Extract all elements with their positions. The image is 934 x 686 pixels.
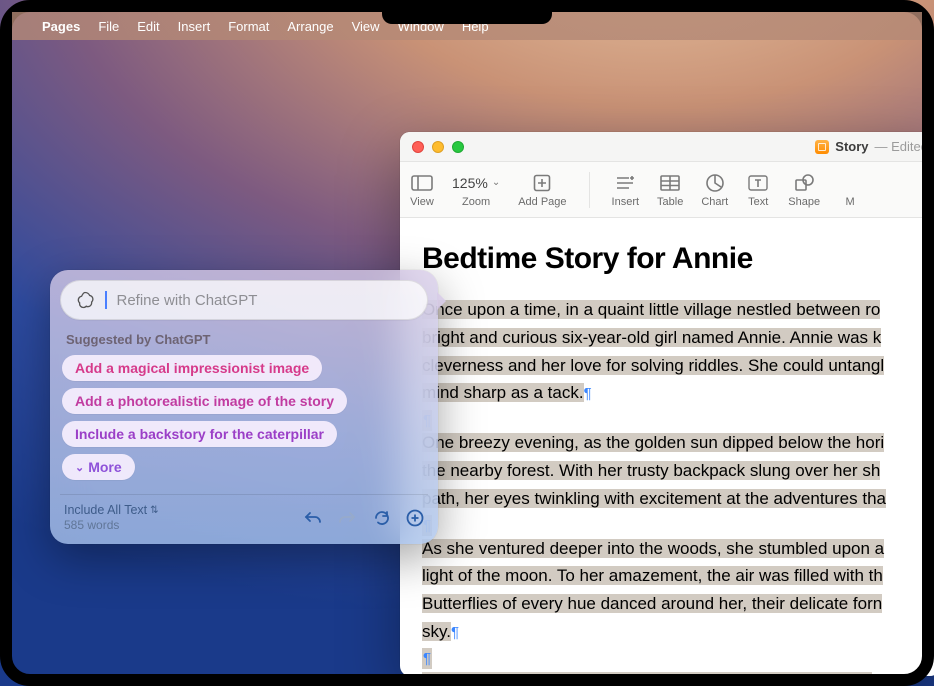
shape-tool[interactable]: Shape [788, 172, 820, 208]
p1-l3: cleverness and her love for solving ridd… [422, 356, 884, 375]
zoom-label: Zoom [462, 196, 490, 208]
zoom-value: 125% [452, 175, 488, 191]
text-cursor [105, 291, 107, 309]
p3-l4: sky. [422, 622, 451, 641]
more-tool[interactable]: M [838, 172, 862, 208]
menu-format[interactable]: Format [228, 19, 269, 34]
refine-input[interactable] [117, 292, 414, 309]
shape-label: Shape [788, 196, 820, 208]
menu-view[interactable]: View [352, 19, 380, 34]
chart-icon [703, 172, 727, 194]
p3-l2: light of the moon. To her amazement, the… [422, 566, 883, 585]
updown-icon: ⇅ [150, 505, 158, 516]
chatgpt-icon [75, 290, 95, 310]
scope-label: Include All Text [64, 503, 147, 517]
view-tool[interactable]: View [410, 172, 434, 208]
document-icon [815, 140, 829, 154]
menu-file[interactable]: File [98, 19, 119, 34]
add-page-label: Add Page [518, 196, 566, 208]
view-label: View [410, 196, 434, 208]
pilcrow-icon: ¶ [584, 385, 592, 402]
pilcrow-icon: ¶ [422, 648, 432, 669]
undo-icon[interactable] [304, 509, 322, 527]
p3-l1: As she ventured deeper into the woods, s… [422, 539, 884, 558]
menu-edit[interactable]: Edit [137, 19, 159, 34]
menu-insert[interactable]: Insert [178, 19, 211, 34]
suggestion-chip-3[interactable]: Include a backstory for the caterpillar [62, 421, 337, 447]
more-chip[interactable]: ⌄ More [62, 454, 135, 480]
refine-input-pill[interactable] [60, 280, 428, 320]
p4-l1: "Wow," Annie whispered in awe, her eyes … [422, 672, 872, 676]
edited-label: — Edited [875, 139, 928, 154]
menu-arrange[interactable]: Arrange [287, 19, 333, 34]
add-icon[interactable] [406, 509, 424, 527]
table-label: Table [657, 196, 683, 208]
pilcrow-icon: ¶ [872, 674, 880, 676]
text-label: Text [748, 196, 768, 208]
redo-icon[interactable] [338, 509, 356, 527]
document-title[interactable]: Story — Edited [815, 139, 928, 154]
suggested-by-label: Suggested by ChatGPT [66, 332, 422, 347]
fullscreen-button[interactable] [452, 141, 464, 153]
suggestion-chip-2[interactable]: Add a photorealistic image of the story [62, 388, 347, 414]
table-tool[interactable]: Table [657, 172, 683, 208]
device-notch [382, 0, 552, 24]
chevron-down-icon: ⌄ [75, 461, 84, 474]
word-count: 585 words [64, 518, 159, 532]
refresh-icon[interactable] [372, 509, 390, 527]
insert-label: Insert [612, 196, 640, 208]
sidebar-icon [410, 172, 434, 194]
plus-square-icon [530, 172, 554, 194]
chart-tool[interactable]: Chart [701, 172, 728, 208]
popover-footer: Include All Text ⇅ 585 words [60, 494, 428, 534]
add-page-tool[interactable]: Add Page [518, 172, 566, 208]
suggestion-chips: Add a magical impressionist image Add a … [60, 355, 428, 480]
chart-label: Chart [701, 196, 728, 208]
text-icon [746, 172, 770, 194]
toolbar-divider [589, 172, 590, 208]
p2-l2: the nearby forest. With her trusty backp… [422, 461, 880, 480]
insert-tool[interactable]: Insert [612, 172, 640, 208]
chevron-down-icon: ⌄ [492, 177, 500, 188]
close-button[interactable] [412, 141, 424, 153]
p2-l3: path, her eyes twinkling with excitement… [422, 489, 886, 508]
pilcrow-icon: ¶ [451, 624, 459, 641]
document-name: Story [835, 139, 868, 154]
p2-l1: One breezy evening, as the golden sun di… [422, 433, 884, 452]
shape-icon [792, 172, 816, 194]
text-tool[interactable]: Text [746, 172, 770, 208]
menubar-app[interactable]: Pages [42, 19, 80, 34]
window-controls [412, 141, 464, 153]
zoom-tool[interactable]: 125% ⌄ Zoom [452, 172, 500, 208]
more-label: M [845, 196, 854, 208]
titlebar: Story — Edited [400, 132, 934, 162]
more-icon [838, 172, 862, 194]
document-heading: Bedtime Story for Annie [422, 238, 934, 280]
pages-window: Story — Edited View 125% ⌄ Zoom Add Page [400, 132, 934, 676]
scope-selector[interactable]: Include All Text ⇅ [64, 503, 159, 517]
p1-l2: bright and curious six-year-old girl nam… [422, 328, 881, 347]
p3-l3: Butterflies of every hue danced around h… [422, 594, 882, 613]
p1-l1: Once upon a time, in a quaint little vil… [422, 300, 880, 319]
document-body[interactable]: Bedtime Story for Annie Once upon a time… [400, 218, 934, 676]
minimize-button[interactable] [432, 141, 444, 153]
more-label: More [88, 459, 121, 475]
suggestion-chip-1[interactable]: Add a magical impressionist image [62, 355, 322, 381]
p1-l4: mind sharp as a tack. [422, 383, 584, 402]
chatgpt-popover: Suggested by ChatGPT Add a magical impre… [50, 270, 438, 544]
insert-icon [613, 172, 637, 194]
toolbar: View 125% ⌄ Zoom Add Page Insert [400, 162, 934, 218]
table-icon [658, 172, 682, 194]
